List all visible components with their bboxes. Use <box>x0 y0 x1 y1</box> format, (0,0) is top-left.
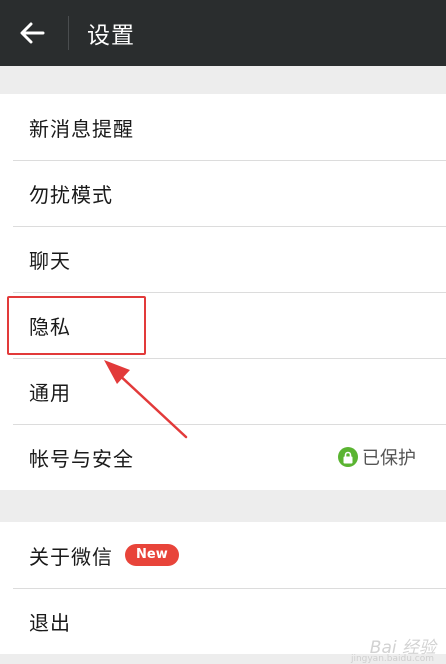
highlight-box <box>7 296 146 355</box>
settings-item-label: 帐号与安全 <box>29 446 134 471</box>
settings-item-label: 通用 <box>29 380 71 405</box>
arrow-left-icon <box>20 22 45 44</box>
lock-icon <box>338 447 358 467</box>
settings-group-main: 新消息提醒 勿扰模式 聊天 隐私 通用 帐号与安全 已保护 <box>0 94 446 490</box>
settings-item-notifications[interactable]: 新消息提醒 <box>0 94 446 160</box>
settings-item-account-security[interactable]: 帐号与安全 已保护 <box>0 424 446 490</box>
settings-item-label: 聊天 <box>29 248 71 273</box>
settings-item-about[interactable]: 关于微信 New <box>0 522 446 588</box>
settings-item-label: 勿扰模式 <box>29 182 113 207</box>
settings-item-general[interactable]: 通用 <box>0 358 446 424</box>
settings-item-label: 退出 <box>29 610 71 635</box>
new-badge: New <box>125 544 179 566</box>
status-text: 已保护 <box>362 448 416 469</box>
security-status: 已保护 <box>338 424 416 490</box>
settings-item-label: 新消息提醒 <box>29 116 134 141</box>
settings-item-chat[interactable]: 聊天 <box>0 226 446 292</box>
settings-item-do-not-disturb[interactable]: 勿扰模式 <box>0 160 446 226</box>
page-title: 设置 <box>87 23 135 49</box>
back-button[interactable] <box>0 0 64 66</box>
settings-item-label: 关于微信 <box>29 544 113 569</box>
watermark-url: jingyan.baidu.com <box>350 654 434 664</box>
title-bar: 设置 <box>0 0 446 66</box>
header-divider <box>68 16 69 50</box>
